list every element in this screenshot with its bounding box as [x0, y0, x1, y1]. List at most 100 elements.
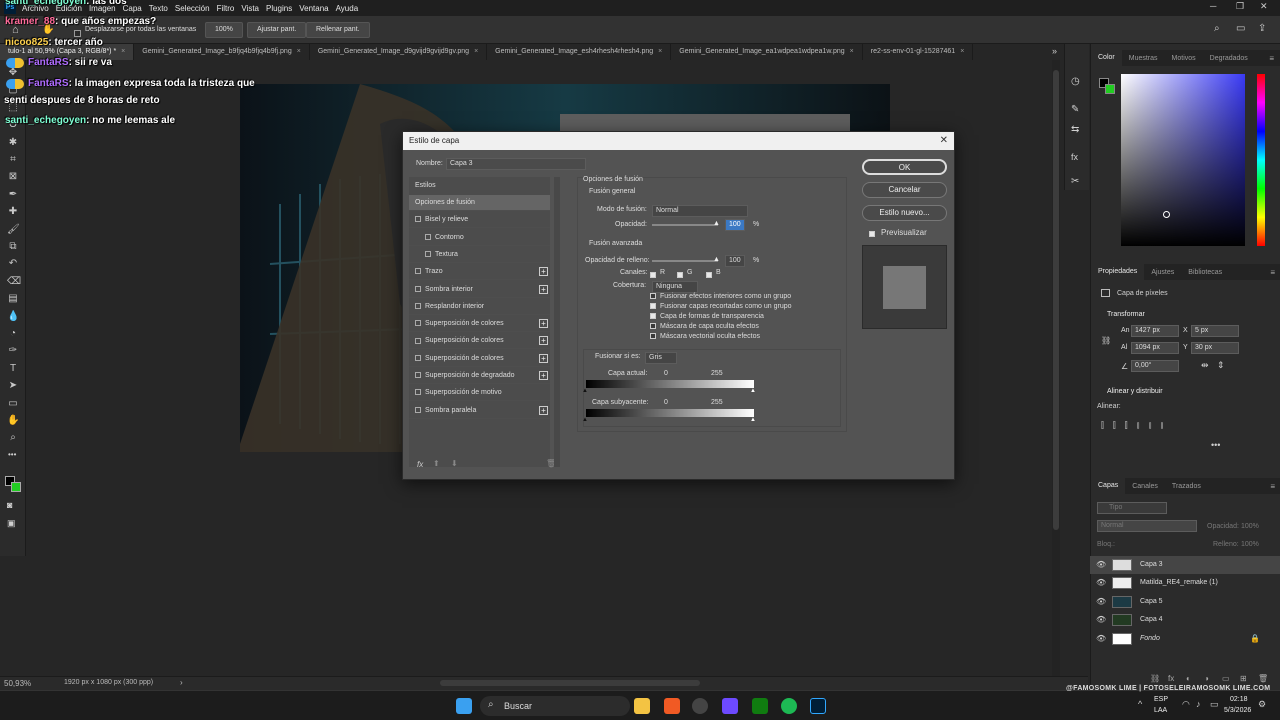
channel-g-checkbox[interactable] — [677, 269, 687, 281]
fill-opacity-field[interactable]: 100 — [725, 255, 745, 267]
style-checkbox[interactable] — [415, 337, 421, 344]
sliders-icon[interactable]: ⇆ — [1071, 124, 1079, 135]
visibility-eye-icon[interactable]: 👁 — [1096, 630, 1106, 648]
panel-tab[interactable]: Trazados — [1165, 483, 1208, 490]
style-item[interactable]: Superposición de colores + — [409, 351, 550, 367]
style-item[interactable]: Textura — [409, 247, 550, 263]
frame-icon[interactable]: ⊠ — [7, 172, 19, 182]
advanced-option[interactable]: Máscara vectorial oculta efectos — [650, 333, 760, 340]
style-checkbox[interactable] — [425, 251, 431, 258]
xbox-icon[interactable] — [752, 698, 768, 714]
option-checkbox[interactable] — [650, 313, 656, 320]
advanced-option[interactable]: Capa de formas de transparencia — [650, 313, 764, 320]
panel-tab[interactable]: Capas — [1091, 478, 1126, 494]
opacity-field[interactable]: 100 — [725, 219, 745, 231]
workspace-icon[interactable]: ▭ — [1236, 23, 1245, 34]
panel-tab[interactable]: Canales — [1125, 483, 1165, 490]
volume-icon[interactable]: ♪ — [1196, 699, 1201, 709]
panel-tab[interactable]: Propiedades — [1091, 264, 1145, 280]
add-style-icon[interactable]: + — [539, 405, 548, 415]
brave-browser-icon[interactable] — [664, 698, 680, 714]
option-checkbox[interactable] — [650, 303, 656, 310]
restore-icon[interactable]: ❐ — [1236, 1, 1244, 12]
brush-icon[interactable]: 🖌 — [7, 224, 20, 235]
layer-filter-field[interactable] — [1097, 502, 1167, 514]
under-layer-gradient[interactable] — [586, 409, 754, 417]
background-color[interactable] — [11, 482, 21, 492]
blend-mode-select[interactable]: Normal — [652, 205, 748, 217]
link-icon[interactable]: ⛓ — [1101, 336, 1111, 345]
visibility-eye-icon[interactable]: 👁 — [1096, 593, 1106, 611]
document-tab[interactable]: Gemini_Generated_Image_ea1wdpea1wdpea1w.… — [671, 44, 863, 60]
advanced-option[interactable]: Máscara de capa oculta efectos — [650, 323, 759, 330]
tray-overflow-icon[interactable]: ^ — [1138, 699, 1142, 709]
eyedropper-icon[interactable]: ✒ — [7, 189, 19, 200]
panel-tab[interactable]: Motivos — [1165, 55, 1203, 62]
preview-checkbox[interactable] — [869, 228, 879, 240]
mask-icon[interactable]: ◐ — [1186, 674, 1191, 683]
photoshop-taskbar-icon[interactable] — [810, 698, 826, 714]
add-style-icon[interactable]: + — [539, 353, 548, 363]
style-item[interactable]: Contorno — [409, 230, 550, 246]
wifi-icon[interactable]: ◠ — [1182, 699, 1190, 710]
style-item[interactable]: Superposición de motivo — [409, 385, 550, 402]
panel-tab[interactable]: Degradados — [1203, 55, 1255, 62]
styles-header[interactable]: Estilos — [415, 182, 436, 189]
search-icon[interactable]: ⌕ — [1214, 23, 1220, 34]
layer-row[interactable]: 👁 Capa 3 — [1090, 556, 1280, 574]
style-checkbox[interactable] — [415, 389, 421, 396]
styles-scrollbar[interactable] — [554, 177, 560, 467]
style-checkbox[interactable] — [415, 285, 421, 292]
eraser-icon[interactable]: ⌫ — [7, 276, 21, 287]
align-left-icon[interactable]: ⫿ — [1101, 420, 1113, 430]
tab-close-icon[interactable]: × — [658, 48, 662, 55]
notifications-icon[interactable]: ⚙ — [1258, 699, 1266, 710]
flip-vertical-icon[interactable]: ⇕ — [1217, 360, 1225, 371]
panel-menu-icon[interactable]: ≡ — [1270, 482, 1275, 491]
add-style-icon[interactable]: + — [539, 336, 548, 346]
under-layer-white-thumb[interactable]: ▲ — [750, 417, 756, 423]
name-field[interactable]: Capa 3 — [446, 158, 586, 170]
style-item[interactable]: Superposición de colores + — [409, 316, 550, 333]
this-layer-gradient[interactable] — [586, 380, 754, 388]
align-top-icon[interactable]: ⫾ — [1137, 420, 1149, 430]
more-tools-icon[interactable]: ••• — [8, 450, 16, 459]
background-swatch[interactable] — [1105, 84, 1115, 94]
style-item[interactable]: Superposición de degradado + — [409, 368, 550, 384]
clock-date[interactable]: 5/3/2026 — [1224, 707, 1251, 714]
document-tab[interactable]: Gemini_Generated_Image_esh4rhesh4rhesh4.… — [487, 44, 672, 60]
history-brush-icon[interactable]: ↶ — [7, 259, 19, 269]
visibility-eye-icon[interactable]: 👁 — [1096, 556, 1106, 574]
adjustment-icon[interactable]: ◑ — [1204, 674, 1209, 683]
crop-icon[interactable]: ⌗ — [7, 155, 19, 165]
new-layer-icon[interactable]: ⊞ — [1240, 674, 1247, 683]
adjust-icon[interactable]: ✎ — [1071, 104, 1079, 115]
fx-icon[interactable]: fx — [1168, 674, 1174, 683]
option-checkbox[interactable] — [650, 333, 656, 340]
add-style-icon[interactable]: + — [539, 371, 548, 380]
under-layer-black-thumb[interactable]: ▲ — [582, 417, 588, 423]
add-style-icon[interactable]: + — [539, 284, 548, 294]
pen-icon[interactable]: ✑ — [7, 346, 19, 356]
file-explorer-icon[interactable] — [634, 698, 650, 714]
style-item[interactable]: Sombra interior + — [409, 282, 550, 298]
lock-icon[interactable]: 🔒 — [1250, 630, 1260, 648]
panel-tab[interactable]: Muestras — [1122, 55, 1165, 62]
dodge-icon[interactable]: ◔ — [7, 329, 19, 339]
align-middle-icon[interactable]: ⫾ — [1149, 420, 1161, 430]
tabs-overflow-icon[interactable]: » — [1052, 46, 1057, 56]
rectangle-icon[interactable]: ▭ — [7, 398, 19, 409]
tab-close-icon[interactable]: × — [474, 48, 478, 55]
layer-row[interactable]: 👁 Matilda_RE4_remake (1) — [1090, 574, 1280, 592]
style-checkbox[interactable] — [415, 216, 421, 223]
blur-icon[interactable]: 💧 — [7, 311, 19, 322]
y-field[interactable]: 30 px — [1191, 342, 1239, 354]
layer-row[interactable]: 👁 Capa 4 — [1090, 611, 1280, 629]
layer-opacity-value[interactable]: 100% — [1241, 523, 1259, 530]
fill-slider-thumb[interactable]: ▲ — [713, 256, 720, 263]
knockout-select[interactable]: Ninguna — [652, 281, 698, 293]
group-icon[interactable]: ▭ — [1222, 674, 1230, 683]
angle-field[interactable]: 0,00° — [1131, 360, 1179, 372]
minimize-icon[interactable]: ─ — [1210, 1, 1216, 11]
color-picker-cursor[interactable] — [1163, 211, 1170, 218]
